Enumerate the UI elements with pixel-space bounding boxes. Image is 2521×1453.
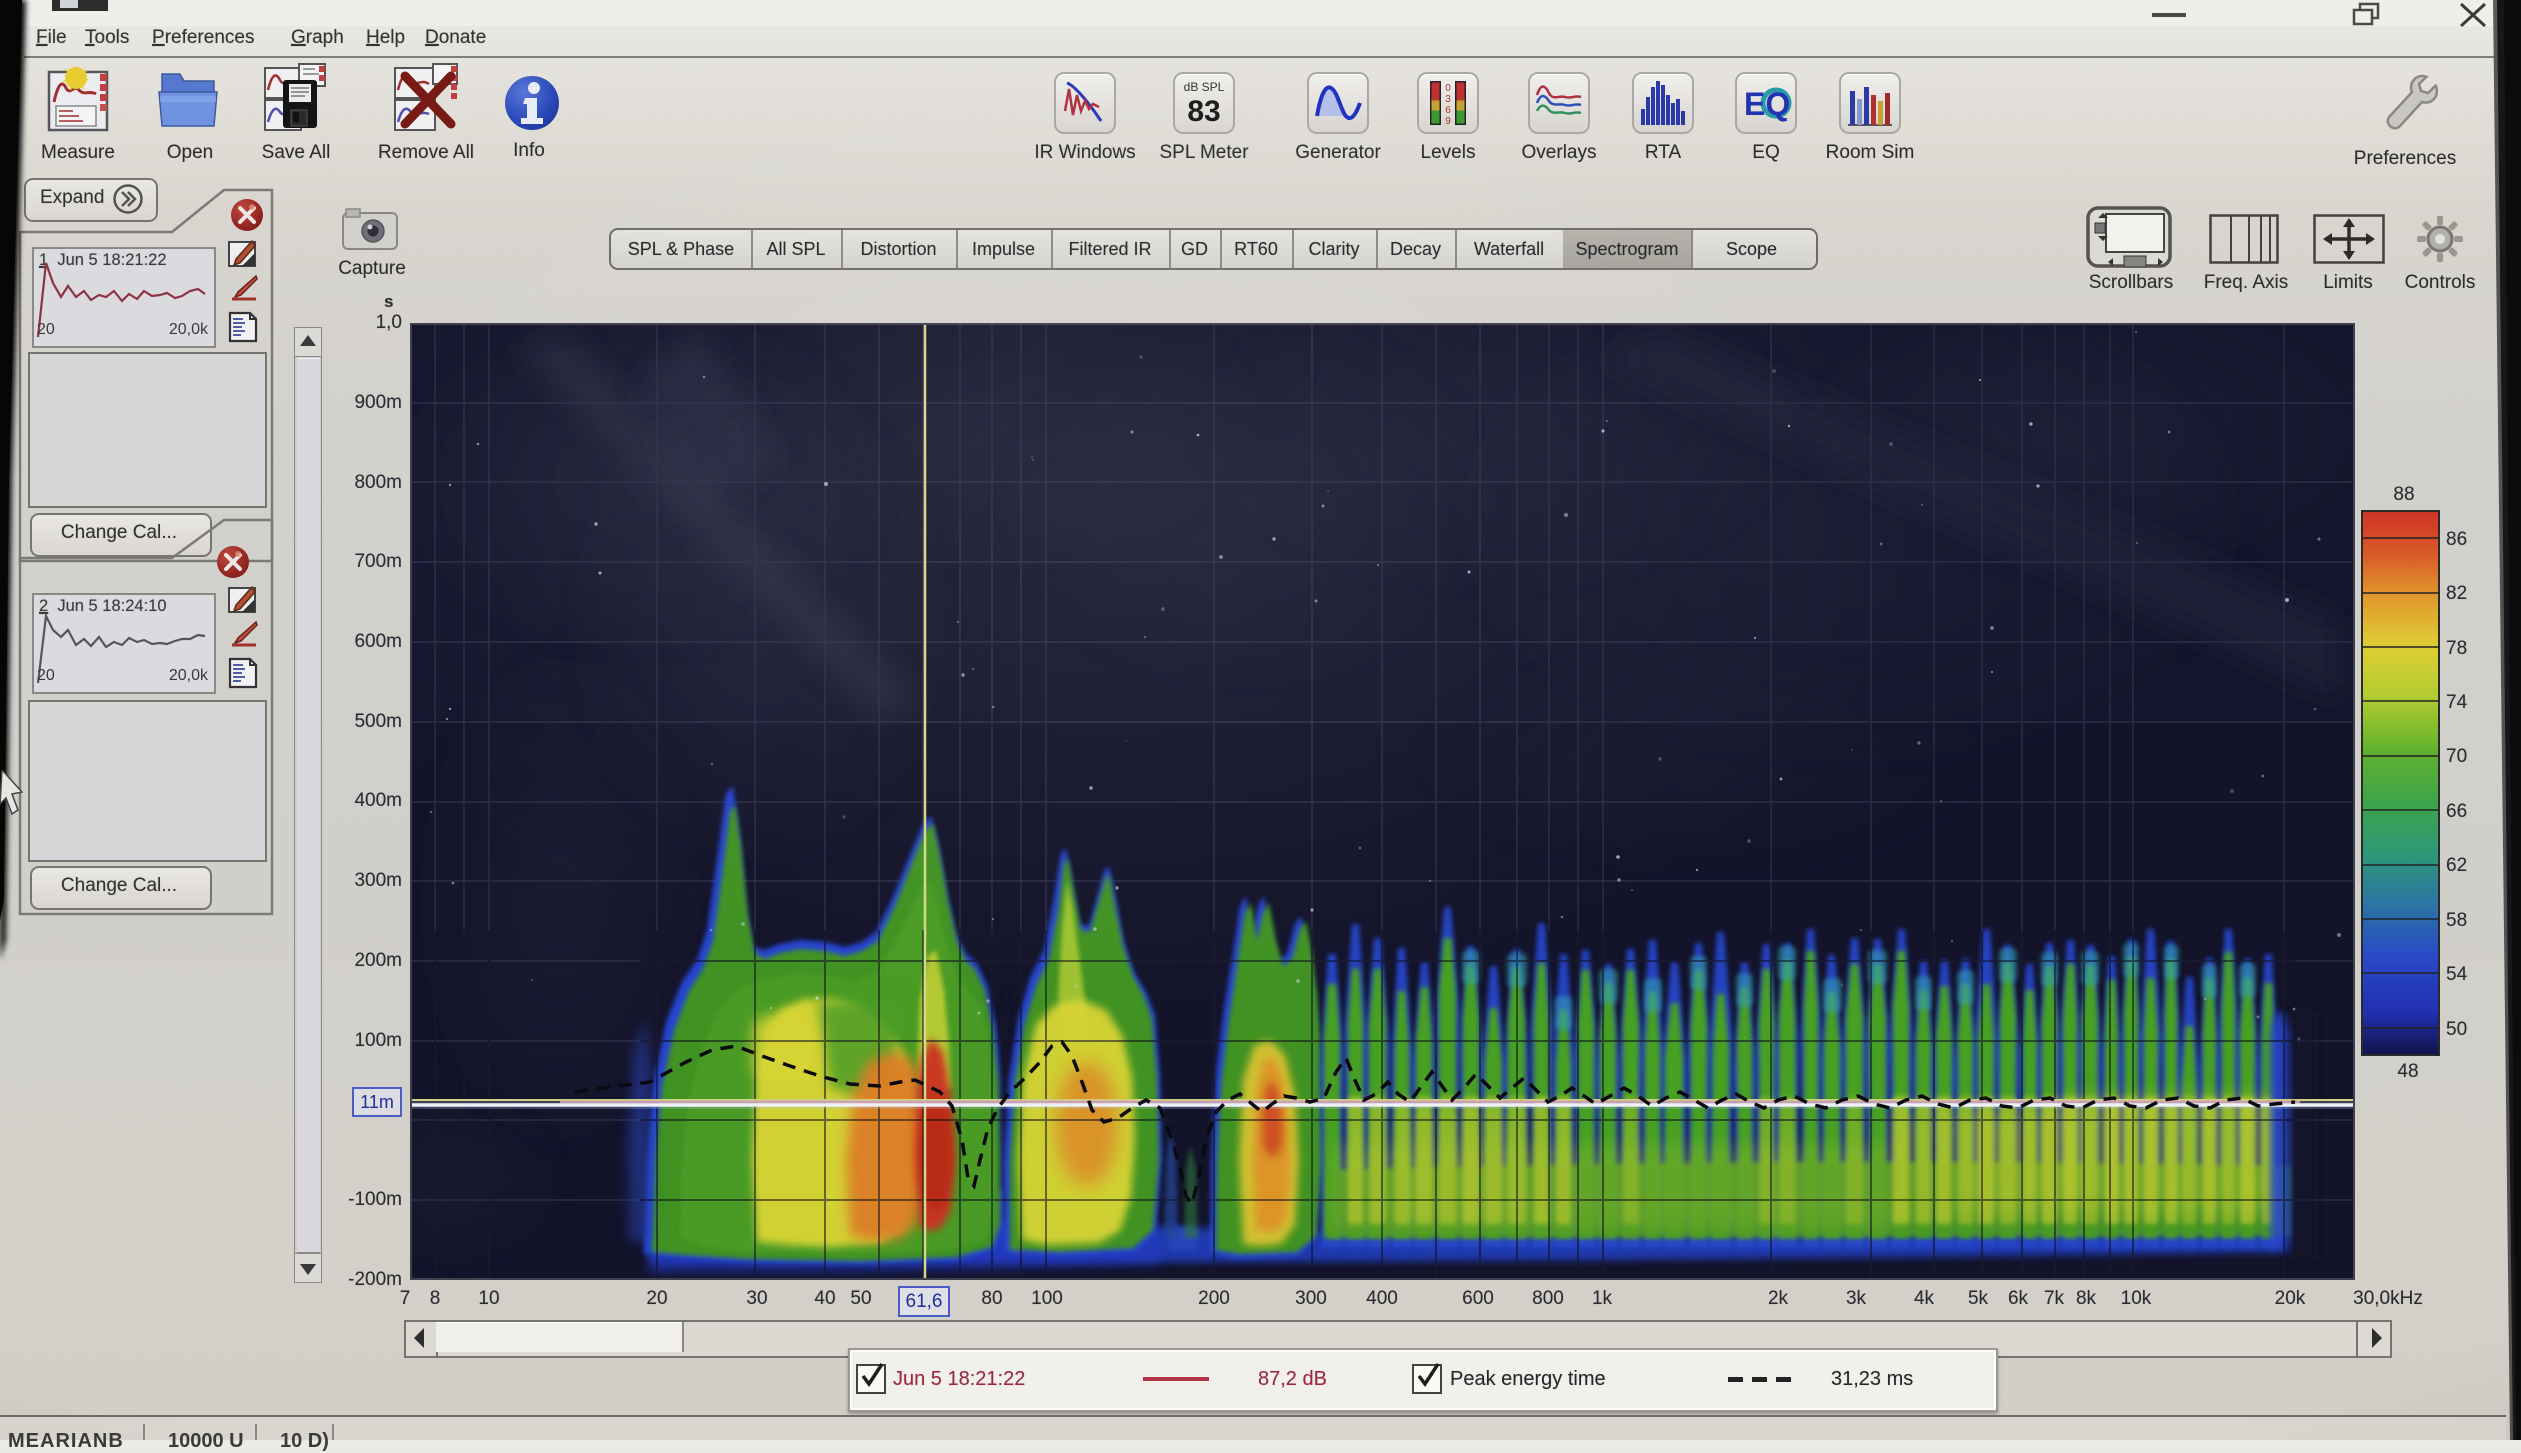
svg-text:6: 6 (1445, 105, 1451, 116)
svg-text:dB SPL: dB SPL (1184, 80, 1225, 94)
svg-text:0: 0 (1445, 83, 1451, 94)
svg-text:3: 3 (1445, 94, 1451, 105)
svg-text:9: 9 (1445, 116, 1451, 127)
svg-text:83: 83 (1187, 95, 1220, 128)
svg-text:EQ: EQ (1744, 86, 1790, 122)
